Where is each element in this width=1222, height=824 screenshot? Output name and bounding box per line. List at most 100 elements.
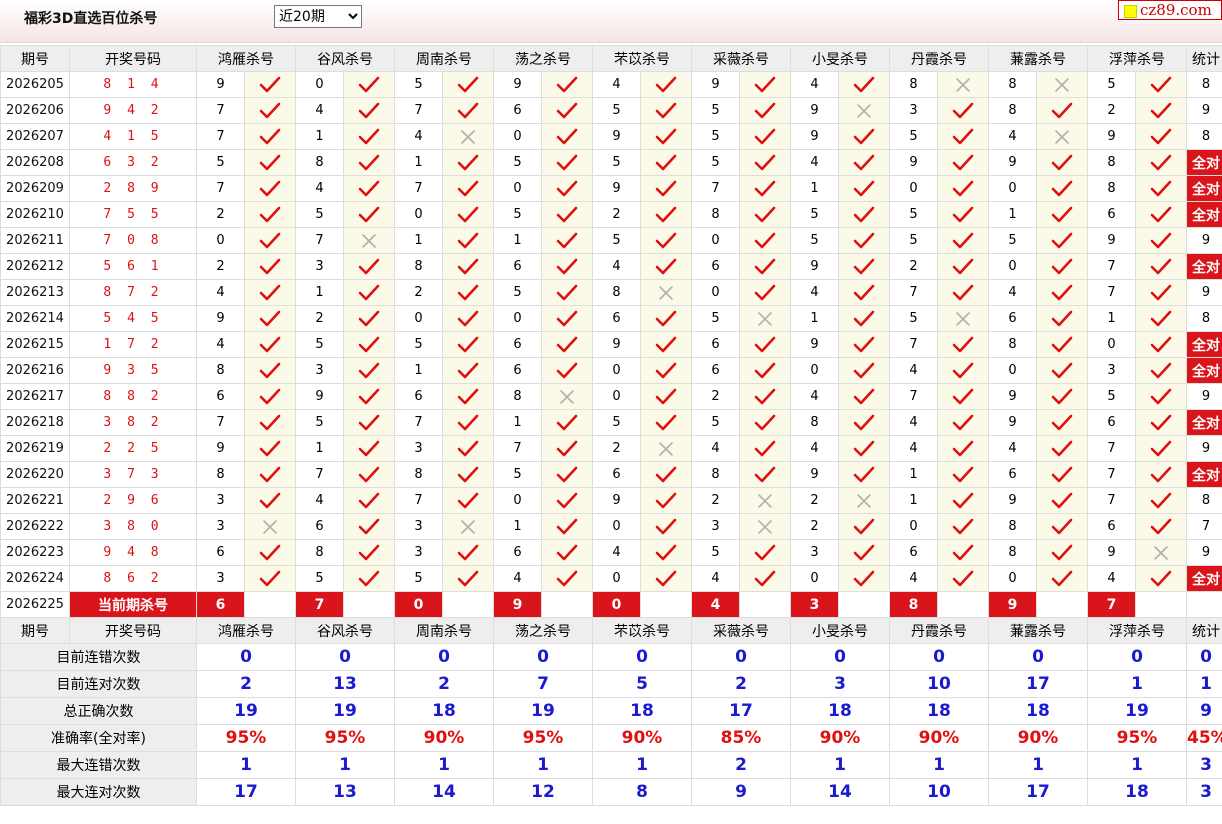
header-killer-0: 鸿雁杀号 — [196, 617, 296, 644]
cross-icon — [362, 233, 376, 248]
row-kill-number: 5 — [691, 97, 740, 124]
table-row: 2026218 3 8 2 7 5 7 1 5 5 8 4 9 6 全对 — [0, 409, 1222, 436]
row-kill-number: 5 — [691, 123, 740, 150]
row-kill-number: 8 — [295, 149, 344, 176]
header-killer-6: 小旻杀号 — [790, 617, 890, 644]
table-row: 2026217 8 8 269680247959 — [0, 383, 1222, 410]
row-kill-number: 5 — [592, 409, 641, 436]
row-kill-number: 7 — [196, 175, 245, 202]
check-icon — [343, 565, 395, 592]
row-period: 2026217 — [0, 383, 70, 410]
row-period: 2026223 — [0, 539, 70, 566]
table-row: 2026209 2 8 9 7 4 7 0 9 7 1 0 0 8 全对 — [0, 175, 1222, 202]
site-badge[interactable]: cz89.com — [1118, 0, 1222, 20]
check-icon — [343, 513, 395, 540]
check-icon — [358, 284, 380, 300]
row-kill-number: 9 — [196, 305, 245, 332]
site-name: cz89.com — [1140, 1, 1212, 19]
table-row: 2026210 7 5 5 2 5 0 5 2 8 5 5 1 6 全对 — [0, 201, 1222, 228]
period-select[interactable]: 近20期 — [274, 5, 362, 28]
summary-value: 0 — [691, 643, 791, 671]
row-draw-number: 2 8 9 — [69, 175, 197, 202]
header-draw: 开奖号码 — [69, 617, 197, 644]
current-kill-label: 当前期杀号 — [69, 591, 197, 618]
current-kill-blank — [739, 591, 791, 618]
row-kill-number: 0 — [691, 227, 740, 254]
check-icon — [754, 206, 776, 222]
summary-value: 19 — [493, 697, 593, 725]
check-icon — [952, 154, 974, 170]
check-icon — [937, 487, 989, 514]
check-icon — [937, 331, 989, 358]
row-kill-number: 4 — [691, 435, 740, 462]
row-stat: 7 — [1186, 513, 1222, 540]
check-icon — [838, 539, 890, 566]
row-draw-number: 7 0 8 — [69, 227, 197, 254]
check-icon — [1150, 414, 1172, 430]
summary-value: 10 — [889, 778, 989, 806]
check-icon — [541, 565, 593, 592]
row-period: 2026220 — [0, 461, 70, 488]
table-row: 2026208 6 3 2 5 8 1 5 5 5 4 9 9 8 全对 — [0, 149, 1222, 176]
row-kill-number: 8 — [1087, 149, 1136, 176]
row-kill-number: 8 — [889, 71, 938, 98]
check-icon — [259, 102, 281, 118]
row-period: 2026212 — [0, 253, 70, 280]
check-icon — [259, 128, 281, 144]
cross-icon — [857, 103, 871, 118]
check-icon — [640, 487, 692, 514]
summary-value: 90% — [889, 724, 989, 752]
check-icon — [640, 357, 692, 384]
check-icon — [1135, 305, 1187, 332]
check-icon — [556, 362, 578, 378]
check-icon — [541, 175, 593, 202]
row-kill-number: 8 — [1087, 175, 1136, 202]
check-icon — [457, 492, 479, 508]
header-killer-9: 浮萍杀号 — [1087, 617, 1187, 644]
check-icon — [853, 466, 875, 482]
check-icon — [244, 227, 296, 254]
check-icon — [655, 388, 677, 404]
check-icon — [1051, 492, 1073, 508]
check-icon — [937, 357, 989, 384]
check-icon — [937, 279, 989, 306]
check-icon — [838, 435, 890, 462]
summary-value: 1 — [889, 751, 989, 779]
row-kill-number: 8 — [394, 253, 443, 280]
table-row: 2026211 7 0 807115055599 — [0, 227, 1222, 254]
row-kill-number: 8 — [988, 331, 1037, 358]
check-icon — [739, 227, 791, 254]
row-kill-number: 6 — [493, 253, 542, 280]
row-kill-number: 2 — [592, 201, 641, 228]
row-draw-number: 2 2 5 — [69, 435, 197, 462]
row-period: 2026210 — [0, 201, 70, 228]
summary-value: 95% — [493, 724, 593, 752]
row-kill-number: 4 — [394, 123, 443, 150]
check-icon — [838, 253, 890, 280]
check-icon — [358, 310, 380, 326]
row-period: 2026207 — [0, 123, 70, 150]
check-icon — [343, 539, 395, 566]
check-icon — [556, 232, 578, 248]
check-icon — [358, 362, 380, 378]
check-icon — [937, 201, 989, 228]
check-icon — [457, 180, 479, 196]
check-icon — [541, 513, 593, 540]
check-icon — [358, 440, 380, 456]
row-kill-number: 6 — [988, 461, 1037, 488]
summary-value: 17 — [988, 670, 1088, 698]
row-kill-number: 0 — [1087, 331, 1136, 358]
header-period: 期号 — [0, 617, 70, 644]
check-icon — [838, 305, 890, 332]
row-kill-number: 0 — [493, 487, 542, 514]
check-icon — [952, 284, 974, 300]
check-icon — [541, 435, 593, 462]
summary-value: 2 — [196, 670, 296, 698]
check-icon — [655, 310, 677, 326]
cross-icon — [244, 513, 296, 540]
row-kill-number: 0 — [493, 123, 542, 150]
row-kill-number: 6 — [1087, 409, 1136, 436]
check-icon — [1150, 76, 1172, 92]
check-icon — [541, 71, 593, 98]
check-icon — [457, 102, 479, 118]
